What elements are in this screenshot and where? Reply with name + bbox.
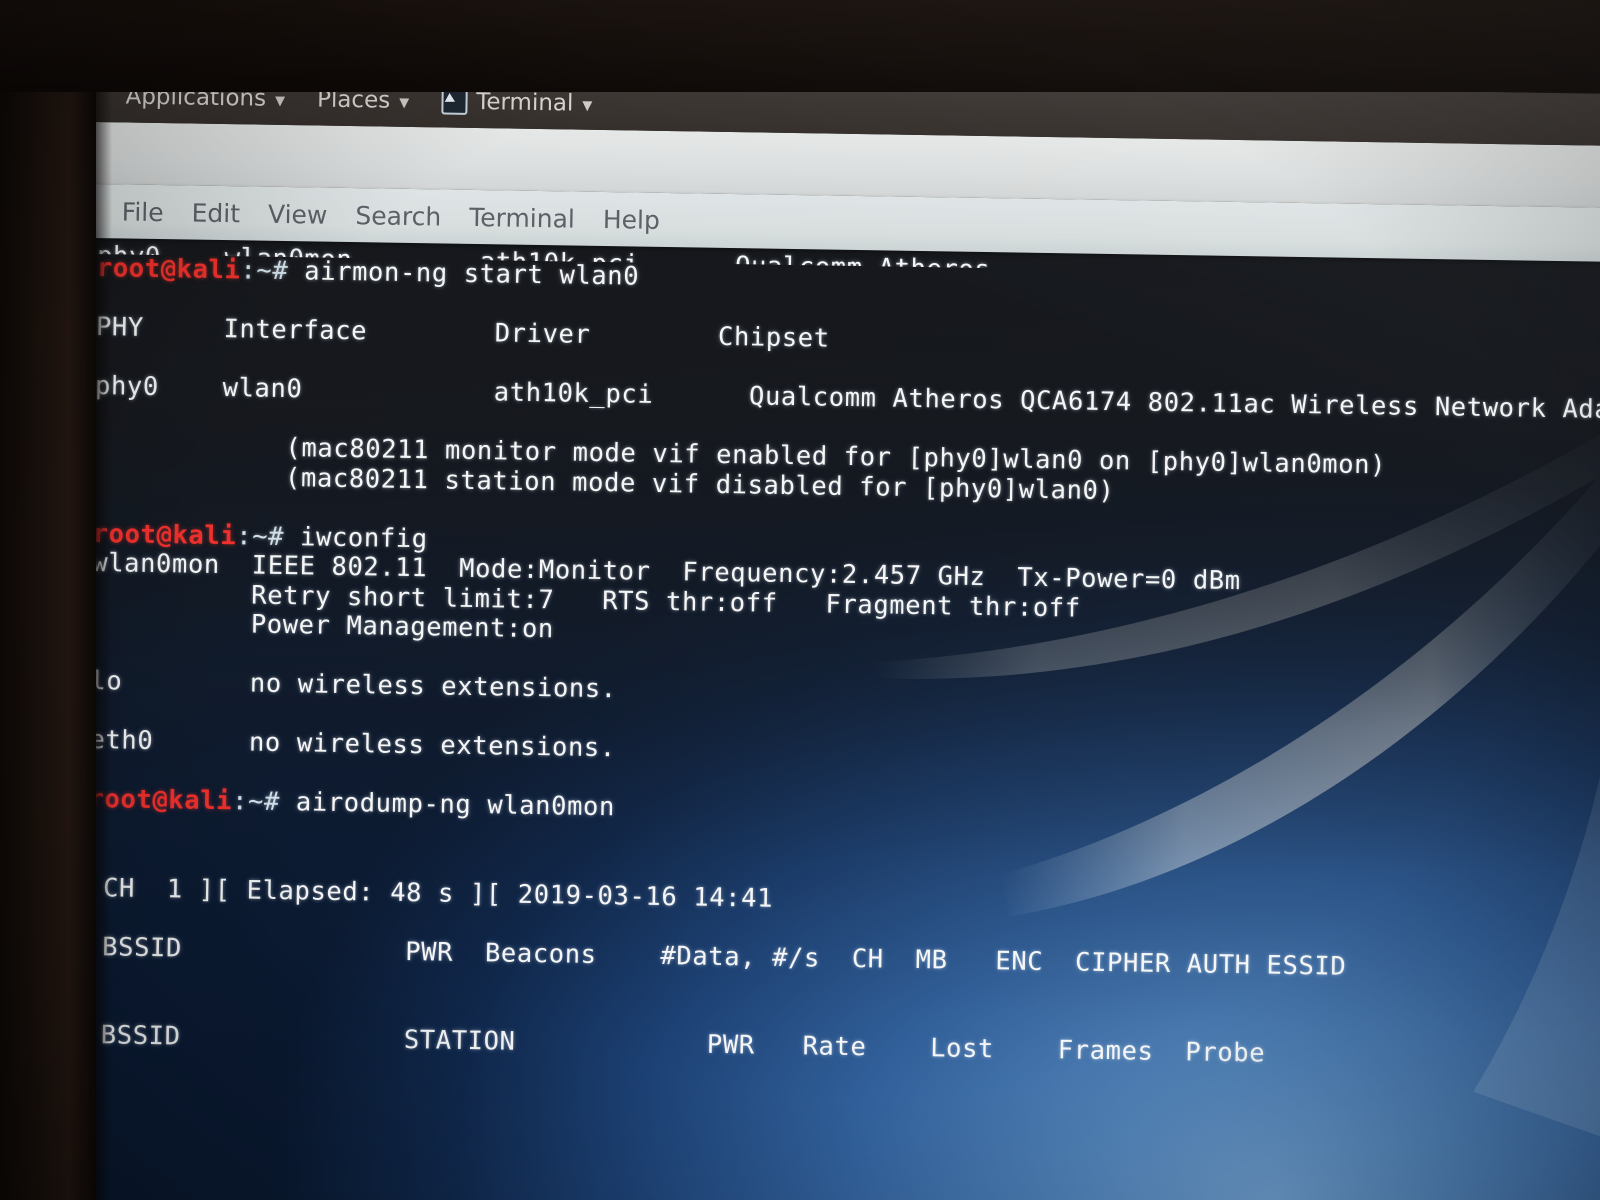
chevron-down-icon: ▼ (582, 98, 593, 114)
laptop-screen-photo: Applications ▼ Places ▼ Terminal ▼ r Fil… (0, 0, 1600, 1200)
prompt-user: root@kali (88, 784, 233, 817)
chevron-down-icon: ▼ (274, 93, 286, 109)
terminal-command: iwconfig (299, 521, 428, 554)
prompt-user: root@kali (96, 253, 241, 286)
menu-terminal[interactable]: Terminal (455, 202, 589, 233)
terminal-output[interactable]: phy0 wlan0mon ath10k_pci Qualcomm Athero… (76, 238, 1600, 1200)
menu-view[interactable]: View (254, 199, 342, 229)
panel-menu-places[interactable]: Places ▼ (301, 73, 426, 127)
menu-edit[interactable]: Edit (177, 198, 254, 228)
menu-search[interactable]: Search (341, 200, 455, 231)
menu-file[interactable]: File (108, 197, 178, 227)
terminal-icon (440, 88, 468, 115)
menu-help[interactable]: Help (589, 204, 674, 235)
panel-menu-terminal[interactable]: Terminal ▼ (425, 75, 609, 130)
prompt-path: :~# (240, 255, 305, 287)
terminal-label: Terminal (475, 89, 574, 117)
places-label: Places (316, 86, 391, 114)
chevron-down-icon: ▼ (399, 95, 410, 111)
prompt-path: :~# (231, 786, 297, 818)
applications-label: Applications (125, 83, 267, 112)
terminal-command: airmon-ng start wlan0 (304, 256, 640, 292)
prompt-path: :~# (236, 520, 301, 552)
panel-menu-applications[interactable]: Applications ▼ (109, 70, 301, 125)
terminal-command: airodump-ng wlan0mon (295, 787, 616, 823)
screen-surface: Applications ▼ Places ▼ Terminal ▼ r Fil… (75, 70, 1600, 1200)
prompt-user: root@kali (92, 518, 237, 551)
